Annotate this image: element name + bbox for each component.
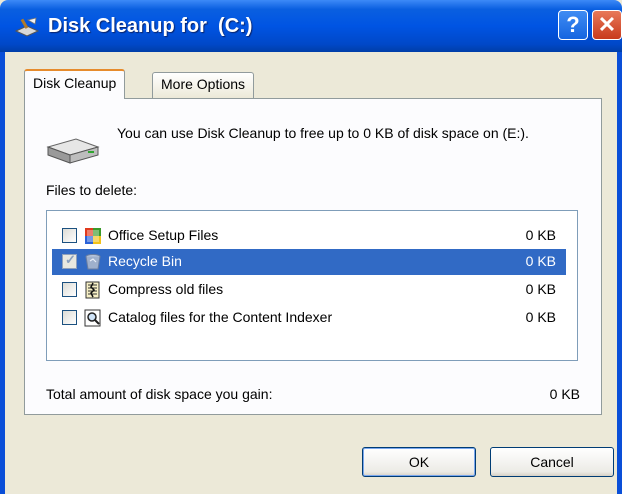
ok-button[interactable]: OK [362, 447, 476, 477]
file-row-catalog[interactable]: Catalog files for the Content Indexer 0 … [52, 305, 566, 331]
title-bar[interactable]: Disk Cleanup for (C:) ? ✕ [0, 0, 622, 52]
file-name: Catalog files for the Content Indexer [108, 309, 333, 325]
file-list[interactable]: Office Setup Files 0 KB Recycle Bin 0 KB… [46, 210, 578, 361]
file-name: Compress old files [108, 281, 224, 297]
help-button[interactable]: ? [558, 10, 588, 40]
file-row-recycle-bin[interactable]: Recycle Bin 0 KB [52, 249, 566, 275]
checkbox-office-setup[interactable] [62, 228, 77, 243]
file-size: 0 KB [525, 227, 556, 243]
tab-disk-cleanup[interactable]: Disk Cleanup [24, 69, 126, 99]
checkbox-compress[interactable] [62, 282, 77, 297]
file-row-office-setup[interactable]: Office Setup Files 0 KB [52, 223, 566, 249]
close-button[interactable]: ✕ [592, 10, 622, 40]
cancel-button[interactable]: Cancel [490, 447, 614, 477]
info-text: You can use Disk Cleanup to free up to 0… [117, 125, 529, 141]
disk-cleanup-icon [14, 17, 40, 37]
file-size: 0 KB [525, 309, 556, 325]
window-border-right [617, 52, 622, 494]
total-gain-value: 0 KB [549, 386, 580, 402]
office-setup-icon [85, 228, 101, 244]
window-title: Disk Cleanup for (C:) [48, 15, 253, 37]
file-name: Recycle Bin [108, 253, 182, 269]
file-size: 0 KB [525, 253, 556, 269]
files-to-delete-label: Files to delete: [46, 182, 138, 198]
tab-more-options[interactable]: More Options [152, 72, 255, 98]
file-size: 0 KB [525, 281, 556, 297]
catalog-icon [84, 309, 101, 327]
total-gain-label: Total amount of disk space you gain: [46, 386, 273, 402]
file-name: Office Setup Files [108, 227, 219, 243]
file-row-compress[interactable]: Compress old files 0 KB [52, 277, 566, 303]
checkbox-recycle-bin[interactable] [62, 252, 77, 269]
hard-drive-icon [46, 138, 100, 164]
window-border-left [0, 52, 5, 494]
compress-icon [85, 281, 100, 299]
checkbox-catalog[interactable] [62, 310, 77, 325]
recycle-bin-icon [85, 254, 101, 270]
